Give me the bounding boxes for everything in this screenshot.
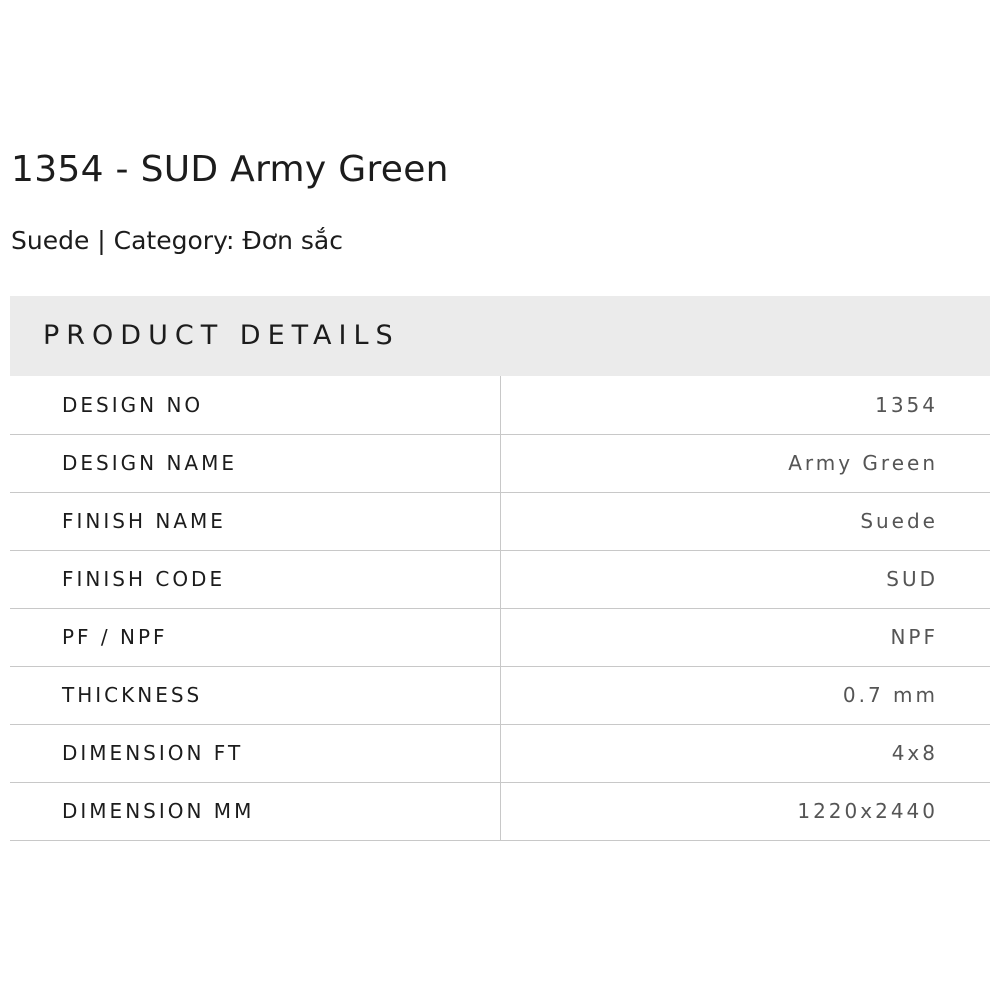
table-row: PF / NPF NPF [10, 608, 990, 667]
table-row: DESIGN NAME Army Green [10, 434, 990, 493]
row-value-design-no: 1354 [500, 376, 990, 435]
row-value-pf-npf: NPF [500, 608, 990, 667]
row-value-finish-code: SUD [500, 550, 990, 609]
row-label-dimension-mm: DIMENSION MM [10, 782, 501, 841]
row-value-dimension-mm: 1220x2440 [500, 782, 990, 841]
row-value-dimension-ft: 4x8 [500, 724, 990, 783]
row-label-design-no: DESIGN NO [10, 376, 501, 435]
table-row: FINISH CODE SUD [10, 550, 990, 609]
row-label-design-name: DESIGN NAME [10, 434, 501, 493]
product-details-header: PRODUCT DETAILS [10, 296, 990, 376]
table-row: DESIGN NO 1354 [10, 376, 990, 435]
table-row: DIMENSION MM 1220x2440 [10, 782, 990, 841]
row-value-finish-name: Suede [500, 492, 990, 551]
row-value-design-name: Army Green [500, 434, 990, 493]
row-value-thickness: 0.7 mm [500, 666, 990, 725]
row-label-finish-code: FINISH CODE [10, 550, 501, 609]
row-label-thickness: THICKNESS [10, 666, 501, 725]
product-subtitle: Suede | Category: Đơn sắc [11, 226, 343, 255]
row-label-dimension-ft: DIMENSION FT [10, 724, 501, 783]
product-details-table: DESIGN NO 1354 DESIGN NAME Army Green FI… [10, 376, 990, 841]
product-title: 1354 - SUD Army Green [11, 149, 449, 190]
product-details-heading: PRODUCT DETAILS [43, 320, 400, 351]
row-label-pf-npf: PF / NPF [10, 608, 501, 667]
table-row: DIMENSION FT 4x8 [10, 724, 990, 783]
table-row: THICKNESS 0.7 mm [10, 666, 990, 725]
table-row: FINISH NAME Suede [10, 492, 990, 551]
row-label-finish-name: FINISH NAME [10, 492, 501, 551]
